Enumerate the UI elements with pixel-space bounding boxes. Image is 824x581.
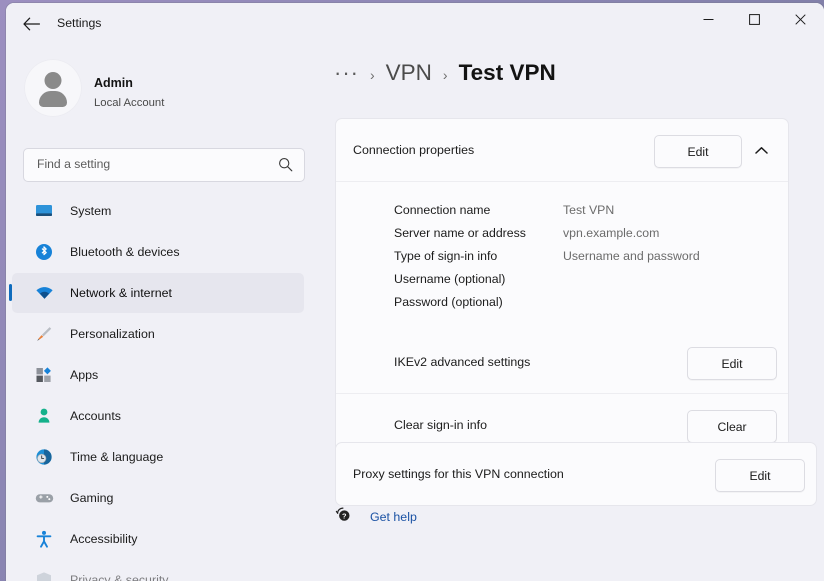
property-value: vpn.example.com (563, 226, 659, 240)
sidebar-nav: System Bluetooth & devices (6, 191, 318, 581)
breadcrumb-parent-link[interactable]: VPN (386, 60, 432, 86)
property-key: Type of sign-in info (394, 249, 563, 263)
property-value: Username and password (563, 249, 700, 263)
sidebar-item-time-language[interactable]: Time & language (12, 437, 304, 477)
connection-properties-card: Connection properties Edit Connection na… (335, 118, 789, 457)
sidebar-item-label: Network & internet (70, 286, 172, 300)
user-avatar-icon (24, 59, 82, 117)
content-pane: ··· › VPN › Test VPN Connection properti… (318, 45, 824, 581)
breadcrumb-overflow-button[interactable]: ··· (334, 62, 359, 84)
avatar-head (45, 72, 62, 89)
connection-properties-label: Connection properties (353, 143, 474, 157)
sidebar-item-label: Privacy & security (70, 573, 168, 581)
sidebar-item-label: Accounts (70, 409, 121, 423)
get-help-link[interactable]: ? Get help (334, 505, 417, 529)
proxy-settings-label: Proxy settings for this VPN connection (353, 467, 564, 481)
account-name: Admin (94, 76, 133, 90)
breadcrumb-separator-icon: › (370, 67, 375, 83)
ikev2-advanced-settings-label: IKEv2 advanced settings (394, 355, 530, 369)
monitor-icon (34, 201, 54, 221)
avatar-body (39, 91, 67, 107)
breadcrumb-separator-icon: › (443, 67, 448, 83)
sidebar-item-gaming[interactable]: Gaming (12, 478, 304, 518)
settings-window: Settings Admin Local Account (6, 3, 824, 581)
property-key: Connection name (394, 203, 563, 217)
sidebar-item-label: System (70, 204, 111, 218)
avatar[interactable] (24, 59, 82, 117)
apps-grid-icon (34, 365, 54, 385)
help-question-icon: ? (334, 505, 353, 529)
paintbrush-icon (34, 324, 54, 344)
edit-ikev2-button[interactable]: Edit (687, 347, 777, 380)
sidebar-item-label: Accessibility (70, 532, 137, 546)
back-button[interactable] (14, 9, 48, 39)
property-key: Password (optional) (394, 295, 563, 309)
property-row: Server name or address vpn.example.com (336, 221, 788, 244)
account-type: Local Account (94, 97, 164, 109)
clear-signin-button[interactable]: Clear (687, 410, 777, 443)
proxy-settings-card: Proxy settings for this VPN connection E… (335, 442, 817, 506)
sidebar-item-apps[interactable]: Apps (12, 355, 304, 395)
property-value: Test VPN (563, 203, 614, 217)
sidebar-item-privacy-security[interactable]: Privacy & security (12, 560, 304, 581)
property-key: Username (optional) (394, 272, 563, 286)
person-icon (34, 406, 54, 426)
property-row: Password (optional) (336, 290, 788, 313)
title-bar: Settings (6, 3, 824, 45)
clock-globe-icon (34, 447, 54, 467)
back-arrow-icon (23, 17, 40, 31)
collapse-toggle-button[interactable] (746, 135, 776, 166)
wifi-icon (34, 283, 54, 303)
property-row: Connection name Test VPN (336, 198, 788, 221)
sidebar-item-network-internet[interactable]: Network & internet (12, 273, 304, 313)
sidebar-item-bluetooth-devices[interactable]: Bluetooth & devices (12, 232, 304, 272)
svg-text:?: ? (342, 512, 347, 521)
minimize-button[interactable] (685, 3, 731, 35)
sidebar-item-label: Time & language (70, 450, 163, 464)
gamepad-icon (34, 488, 54, 508)
clear-signin-info-label: Clear sign-in info (394, 418, 487, 432)
shield-icon (34, 570, 54, 581)
property-key: Server name or address (394, 226, 563, 240)
get-help-label: Get help (370, 510, 417, 524)
connection-properties-header: Connection properties Edit (336, 119, 788, 181)
sidebar-item-label: Bluetooth & devices (70, 245, 180, 259)
edit-proxy-button[interactable]: Edit (715, 459, 805, 492)
minimize-icon (703, 14, 714, 25)
property-row: Type of sign-in info Username and passwo… (336, 244, 788, 267)
sidebar-item-system[interactable]: System (12, 191, 304, 231)
close-icon (795, 14, 806, 25)
page-title: Test VPN (459, 60, 556, 86)
sidebar-item-accessibility[interactable]: Accessibility (12, 519, 304, 559)
breadcrumb: ··· › VPN › Test VPN (334, 60, 556, 86)
sidebar-item-label: Gaming (70, 491, 113, 505)
accessibility-icon (34, 529, 54, 549)
maximize-icon (749, 14, 760, 25)
sidebar-item-label: Personalization (70, 327, 155, 341)
close-button[interactable] (777, 3, 823, 35)
search-input[interactable]: Find a setting (23, 148, 305, 182)
sidebar-item-accounts[interactable]: Accounts (12, 396, 304, 436)
sidebar-item-personalization[interactable]: Personalization (12, 314, 304, 354)
property-row: Username (optional) (336, 267, 788, 290)
proxy-settings-row: Proxy settings for this VPN connection E… (336, 443, 816, 505)
bluetooth-icon (34, 242, 54, 262)
sidebar: Admin Local Account Find a setting Sy (6, 45, 318, 581)
edit-connection-button[interactable]: Edit (654, 135, 742, 168)
window-title: Settings (57, 16, 101, 30)
connection-properties-list: Connection name Test VPN Server name or … (336, 181, 788, 331)
chevron-up-icon (755, 146, 768, 155)
search-icon (278, 157, 293, 177)
search-placeholder: Find a setting (37, 157, 110, 171)
ikev2-advanced-settings-row: IKEv2 advanced settings Edit (336, 331, 788, 393)
sidebar-item-label: Apps (70, 368, 98, 382)
maximize-button[interactable] (731, 3, 777, 35)
